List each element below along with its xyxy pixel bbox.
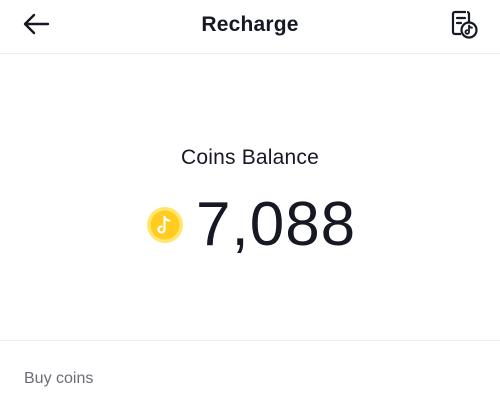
coins-balance-value: 7,088 bbox=[196, 190, 357, 259]
header-bar: Recharge bbox=[0, 0, 500, 54]
transaction-history-button[interactable] bbox=[446, 8, 482, 44]
balance-row: 7,088 bbox=[0, 190, 500, 260]
transaction-history-icon bbox=[448, 8, 480, 45]
coins-balance-label: Coins Balance bbox=[180, 146, 319, 169]
coin-icon bbox=[146, 206, 184, 244]
balance-section: Coins Balance 7,088 bbox=[0, 54, 500, 340]
recharge-screen: Recharge Coins Balance 7,088 Buy coins bbox=[0, 0, 500, 400]
buy-coins-label: Buy coins bbox=[24, 370, 94, 387]
page-title: Recharge bbox=[201, 13, 299, 36]
section-divider bbox=[0, 340, 500, 341]
